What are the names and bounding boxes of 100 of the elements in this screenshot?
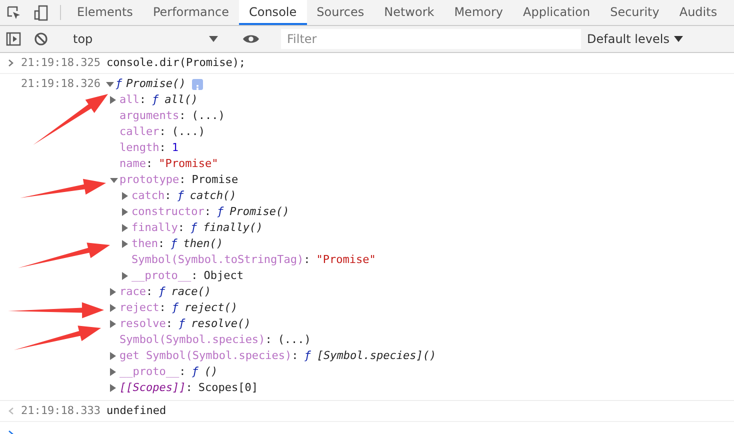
expand-arrow-icon[interactable] (122, 272, 128, 280)
property-key: catch (131, 188, 165, 204)
colon: : (139, 92, 146, 108)
property-value: "Promise" (316, 252, 376, 268)
function-sign: ƒ (177, 188, 184, 204)
function-sign: ƒ (304, 348, 311, 364)
property-value: resolve() (191, 316, 251, 332)
panel-tab[interactable]: Security (600, 0, 670, 25)
property-value[interactable]: (...) (192, 108, 225, 124)
result-value: undefined (106, 403, 166, 419)
panel-tab[interactable]: Sources (306, 0, 374, 25)
function-sign: ƒ (152, 92, 159, 108)
expand-arrow-icon[interactable] (110, 320, 116, 328)
panel-tab[interactable]: Memory (444, 0, 514, 25)
function-sign: ƒ (115, 76, 122, 92)
colon: : (146, 284, 153, 300)
timestamp: 21:19:18.326 (21, 76, 100, 92)
expand-arrow-icon[interactable] (110, 352, 116, 360)
colon: : (265, 332, 272, 348)
property-key: [[Scopes]] (119, 380, 186, 396)
property-key: finally (131, 220, 178, 236)
colon: : (304, 252, 310, 268)
property-key: caller (119, 124, 160, 140)
property-value: Object (204, 268, 244, 284)
colon: : (166, 316, 172, 332)
property-value: Scopes[0] (198, 380, 258, 396)
expand-arrow-icon[interactable] (122, 224, 128, 232)
property-key: __proto__ (131, 268, 192, 284)
property-key: Symbol(Symbol.toStringTag) (131, 252, 304, 268)
property-key: name (119, 156, 146, 172)
expand-arrow-icon[interactable] (110, 288, 116, 296)
function-sign: ƒ (190, 220, 198, 236)
result-chevron-icon (8, 407, 14, 415)
panel-tab[interactable]: Application (513, 0, 600, 25)
property-value: catch() (190, 188, 236, 204)
property-value: finally() (203, 220, 263, 236)
property-key: race (119, 284, 146, 300)
colon: : (179, 172, 186, 188)
expand-arrow-icon[interactable] (122, 208, 128, 216)
panel-tab[interactable]: Audits (669, 0, 728, 25)
colon: : (292, 348, 298, 364)
property-key: resolve (119, 316, 166, 332)
property-value: then() (183, 236, 223, 252)
colon: : (179, 108, 186, 124)
property-key: all (119, 92, 140, 108)
property-key: __proto__ (119, 364, 180, 380)
property-value: "Promise" (158, 156, 218, 172)
property-key: Symbol(Symbol.species) (119, 332, 266, 348)
function-sign: ƒ (172, 300, 178, 316)
console-command: console.dir(Promise); (106, 55, 246, 71)
property-key: get Symbol(Symbol.species) (119, 348, 292, 364)
property-key: prototype (119, 172, 180, 188)
panel-tab[interactable]: Console (238, 0, 307, 25)
caret-icon (209, 36, 218, 42)
panel-tab[interactable]: Network (374, 0, 444, 25)
colon: : (159, 300, 166, 316)
function-sign: ƒ (192, 364, 198, 380)
colon: : (186, 380, 192, 396)
property-value: race() (171, 284, 211, 300)
colon: : (146, 156, 153, 172)
property-value[interactable]: (...) (172, 124, 205, 140)
property-value: () (204, 364, 218, 380)
property-key: constructor (131, 204, 204, 220)
colon: : (164, 188, 172, 204)
property-value: all() (164, 92, 198, 108)
property-value: Promise() (230, 204, 290, 220)
colon: : (159, 140, 166, 156)
property-key: length (119, 140, 160, 156)
expand-arrow-icon[interactable] (122, 192, 128, 200)
expand-arrow-icon[interactable] (110, 384, 116, 392)
colon: : (178, 220, 184, 236)
levels-dropdown[interactable]: Default levels (587, 32, 684, 46)
colon: : (191, 268, 198, 284)
expand-arrow-icon[interactable] (122, 240, 128, 248)
colon: : (179, 364, 186, 380)
property-value: 1 (172, 140, 178, 156)
input-chevron-icon (8, 59, 14, 67)
expand-arrow-icon[interactable] (110, 368, 116, 376)
function-sign: ƒ (178, 316, 186, 332)
colon: : (159, 124, 166, 140)
colon: : (204, 204, 211, 220)
expand-arrow-icon[interactable] (110, 178, 118, 182)
panel-tab[interactable]: Performance (142, 0, 239, 25)
expand-arrow-icon[interactable] (110, 304, 116, 312)
property-value: [Symbol.species]() (316, 348, 436, 364)
property-key: then (131, 236, 158, 252)
property-key: arguments (119, 108, 180, 124)
property-value[interactable]: (...) (278, 332, 311, 348)
property-key: reject (119, 300, 160, 316)
function-sign: ƒ (158, 284, 166, 300)
caret-icon (674, 36, 684, 42)
expand-arrow-icon[interactable] (106, 82, 114, 86)
object-label: Promise() (126, 76, 186, 92)
timestamp: 21:19:18.333 (21, 403, 100, 419)
filter-field[interactable]: Filter (281, 29, 581, 49)
timestamp: 21:19:18.325 (21, 55, 100, 71)
context-select[interactable]: top (67, 32, 224, 46)
colon: : (158, 236, 165, 252)
property-value: Promise (192, 172, 238, 188)
panel-tab[interactable]: Elements (67, 0, 143, 25)
